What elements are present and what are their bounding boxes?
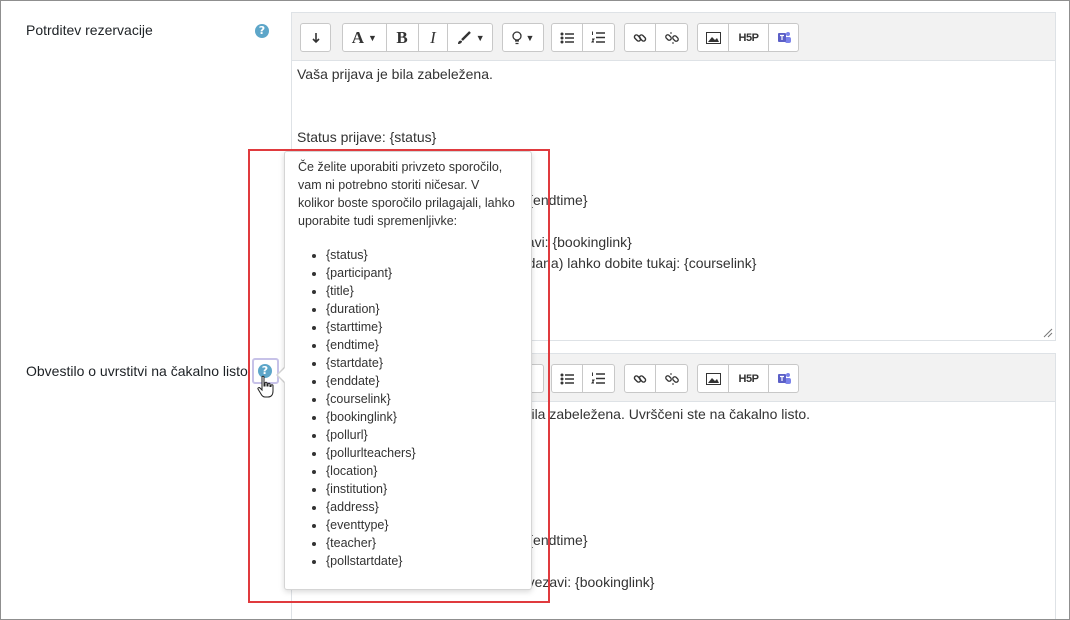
link-button[interactable] xyxy=(625,24,656,51)
bullet-list-icon xyxy=(560,32,574,43)
image-button[interactable] xyxy=(698,24,729,51)
list-item: {bookinglink} xyxy=(326,408,517,426)
list-item: {address} xyxy=(326,498,517,516)
image-button[interactable] xyxy=(698,365,729,392)
toolbar-group-media: H5P xyxy=(697,364,799,393)
list-item: {enddate} xyxy=(326,372,517,390)
teams-button[interactable] xyxy=(769,24,798,51)
list-item: {status} xyxy=(326,246,517,264)
h5p-button[interactable]: H5P xyxy=(729,24,769,51)
list-item: {participant} xyxy=(326,264,517,282)
list-item: {pollstartdate} xyxy=(326,552,517,570)
text-color-button[interactable]: ▼ xyxy=(448,24,492,51)
hand-pointer-cursor-icon xyxy=(257,375,274,398)
list-item: {pollurl} xyxy=(326,426,517,444)
list-item: {duration} xyxy=(326,300,517,318)
unlink-button[interactable] xyxy=(656,365,687,392)
list-item: {teacher} xyxy=(326,534,517,552)
list-item: {startdate} xyxy=(326,354,517,372)
teams-icon xyxy=(777,373,791,384)
link-icon xyxy=(633,33,647,42)
list-item: {pollurlteachers} xyxy=(326,444,517,462)
link-icon xyxy=(633,374,647,383)
numbered-list-icon xyxy=(591,372,605,384)
bullet-list-icon xyxy=(560,373,574,384)
editor-line: e bila zabeležena. Uvrščeni ste na čakal… xyxy=(512,406,811,422)
lightbulb-icon xyxy=(511,30,522,44)
editor-line: povezavi: {bookinglink} xyxy=(512,574,655,590)
image-icon xyxy=(705,31,721,44)
toolbar-group-media: H5P xyxy=(697,23,799,52)
resize-handle[interactable] xyxy=(1043,328,1053,338)
toolbar-group-more: ▼ xyxy=(502,23,544,52)
list-item: {courselink} xyxy=(326,390,517,408)
numbered-list-icon xyxy=(591,31,605,43)
list-item: {title} xyxy=(326,282,517,300)
list-item: {starttime} xyxy=(326,318,517,336)
placeholder-list: {status} {participant} {title} {duration… xyxy=(298,246,517,570)
popover-arrow-inner xyxy=(278,368,285,382)
window-frame: Potrditev rezervacije ? A ▼ B I ▼ ▼ H5P … xyxy=(0,0,1070,620)
editor-line: Status prijave: {status} xyxy=(297,129,437,145)
editor-toolbar: A ▼ B I ▼ ▼ H5P xyxy=(292,13,1055,61)
paint-brush-icon xyxy=(457,30,471,44)
numbered-list-button[interactable] xyxy=(583,24,614,51)
bullet-list-button[interactable] xyxy=(552,24,583,51)
collapse-icon[interactable] xyxy=(301,24,330,51)
font-icon: A xyxy=(351,27,365,47)
h5p-button[interactable]: H5P xyxy=(729,365,769,392)
unlink-icon xyxy=(664,372,679,385)
help-icon[interactable]: ? xyxy=(255,24,269,38)
editor-line: Vaša prijava je bila zabeležena. xyxy=(297,66,493,82)
help-popover: Če želite uporabiti privzeto sporočilo, … xyxy=(284,151,532,590)
unlink-button[interactable] xyxy=(656,24,687,51)
field-label-waitinglist-notice: Obvestilo o uvrstitvi na čakalno listo xyxy=(26,363,248,379)
toolbar-group-links xyxy=(624,364,688,393)
editor-line: podana) lahko dobite tukaj: {courselink} xyxy=(512,255,757,271)
list-item: {location} xyxy=(326,462,517,480)
h5p-icon: H5P xyxy=(738,31,759,44)
image-icon xyxy=(705,372,721,385)
teams-icon xyxy=(777,32,791,43)
toolbar-group-lists xyxy=(551,23,615,52)
bullet-list-button[interactable] xyxy=(552,365,583,392)
numbered-list-button[interactable] xyxy=(583,365,614,392)
bold-button[interactable]: B xyxy=(387,24,419,51)
list-item: {institution} xyxy=(326,480,517,498)
toolbar-group-lists xyxy=(551,364,615,393)
italic-button[interactable]: I xyxy=(419,24,449,51)
teams-button[interactable] xyxy=(769,365,798,392)
field-label-booking-confirmation: Potrditev rezervacije xyxy=(26,22,153,38)
popover-intro: Če želite uporabiti privzeto sporočilo, … xyxy=(298,160,515,228)
h5p-icon: H5P xyxy=(738,372,759,385)
list-item: {eventtype} xyxy=(326,516,517,534)
unlink-icon xyxy=(664,31,679,44)
toolbar-group-format: A ▼ B I ▼ xyxy=(342,23,493,52)
link-button[interactable] xyxy=(625,365,656,392)
toolbar-group-collapse xyxy=(300,23,331,52)
lightbulb-button[interactable]: ▼ xyxy=(503,24,543,51)
font-style-button[interactable]: A ▼ xyxy=(343,24,387,51)
toolbar-group-links xyxy=(624,23,688,52)
list-item: {endtime} xyxy=(326,336,517,354)
